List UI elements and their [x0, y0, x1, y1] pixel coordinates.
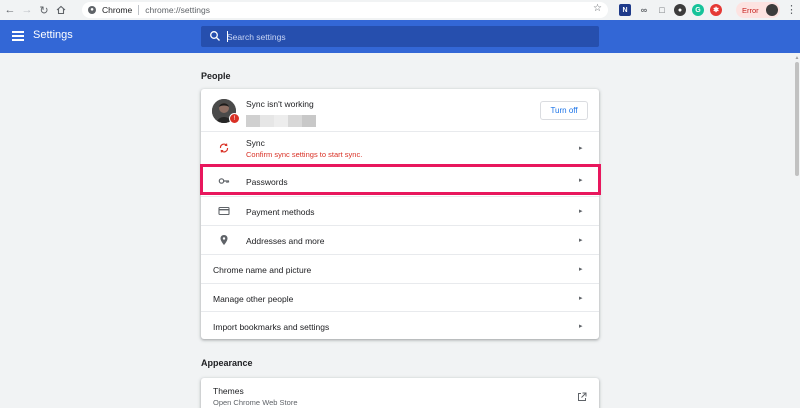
payment-methods-label: Payment methods [246, 207, 315, 217]
sync-label: Sync [246, 138, 265, 148]
search-input[interactable] [227, 26, 587, 47]
chevron-right-icon: ▸ [579, 323, 583, 330]
import-bookmarks-row[interactable]: Import bookmarks and settings ▸ [201, 311, 599, 339]
addresses-row[interactable]: Addresses and more ▸ [201, 225, 599, 254]
browser-menu-icon[interactable]: ⋮ [786, 4, 797, 16]
divider [138, 5, 140, 15]
grammarly-extension-icon[interactable]: G [692, 4, 704, 16]
scroll-up-arrow-icon[interactable]: ▲ [794, 55, 800, 61]
n-extension-icon[interactable]: N [619, 4, 631, 16]
origin-label: Chrome [102, 5, 133, 15]
people-card: ! Sync isn't working Turn off Sync Confi… [201, 89, 599, 339]
chevron-right-icon: ▸ [579, 208, 583, 215]
redacted-email [274, 115, 288, 127]
profile-row[interactable]: ! Sync isn't working Turn off [201, 89, 599, 131]
credit-card-icon [218, 205, 230, 217]
search-icon [210, 31, 220, 41]
chevron-right-icon: ▸ [579, 295, 583, 302]
sync-error-badge-icon: ! [229, 113, 240, 124]
redacted-email [302, 115, 316, 127]
manage-other-people-row[interactable]: Manage other people ▸ [201, 283, 599, 311]
redacted-email [260, 115, 274, 127]
search-box[interactable] [201, 26, 599, 47]
reload-icon[interactable]: ↻ [37, 3, 51, 17]
turn-off-sync-button[interactable]: Turn off [540, 101, 588, 120]
sync-error-icon [218, 142, 230, 154]
text-cursor [227, 31, 228, 42]
manage-people-label: Manage other people [213, 294, 294, 304]
url-text[interactable]: chrome://settings [145, 5, 210, 15]
scrollbar-thumb[interactable] [795, 62, 799, 176]
themes-sublabel: Open Chrome Web Store [213, 398, 298, 407]
appearance-section-title: Appearance [201, 358, 253, 368]
redacted-email [288, 115, 302, 127]
bug-extension-icon[interactable]: ✱ [710, 4, 722, 16]
payment-methods-row[interactable]: Payment methods ▸ [201, 196, 599, 225]
chrome-name-label: Chrome name and picture [213, 265, 312, 275]
settings-title: Settings [33, 29, 73, 41]
error-label: Error [742, 5, 759, 15]
appearance-card: Themes Open Chrome Web Store [201, 378, 599, 408]
sync-row[interactable]: Sync Confirm sync settings to start sync… [201, 131, 599, 164]
sync-sublabel: Confirm sync settings to start sync. [246, 150, 363, 159]
themes-label: Themes [213, 386, 244, 396]
profile-error-button[interactable]: Error [736, 2, 780, 18]
themes-row[interactable]: Themes Open Chrome Web Store [201, 378, 599, 408]
comment-extension-icon[interactable]: □ [656, 4, 668, 16]
profile-avatar [766, 4, 778, 16]
bookmark-star-icon[interactable]: ☆ [593, 3, 602, 14]
back-icon[interactable]: ← [3, 3, 17, 17]
import-label: Import bookmarks and settings [213, 322, 330, 332]
chevron-right-icon: ▸ [579, 237, 583, 244]
chevron-right-icon: ▸ [579, 145, 583, 152]
addresses-label: Addresses and more [246, 236, 325, 246]
redacted-email [246, 115, 260, 127]
sync-status-text: Sync isn't working [246, 99, 314, 109]
open-in-new-icon[interactable] [577, 392, 587, 402]
shield-extension-icon[interactable]: ● [674, 4, 686, 16]
forward-icon[interactable]: → [20, 3, 34, 17]
home-icon[interactable] [54, 3, 68, 17]
address-bar[interactable]: ● Chrome chrome://settings ☆ [82, 2, 608, 18]
passwords-highlight-box [200, 164, 601, 195]
link-extension-icon[interactable]: ∞ [638, 4, 650, 16]
site-info-icon[interactable]: ● [88, 6, 96, 14]
location-pin-icon [218, 234, 230, 246]
people-section-title: People [201, 71, 231, 81]
chrome-name-picture-row[interactable]: Chrome name and picture ▸ [201, 254, 599, 283]
settings-header: Settings [0, 20, 800, 53]
chevron-right-icon: ▸ [579, 266, 583, 273]
hamburger-menu-icon[interactable] [12, 31, 24, 41]
